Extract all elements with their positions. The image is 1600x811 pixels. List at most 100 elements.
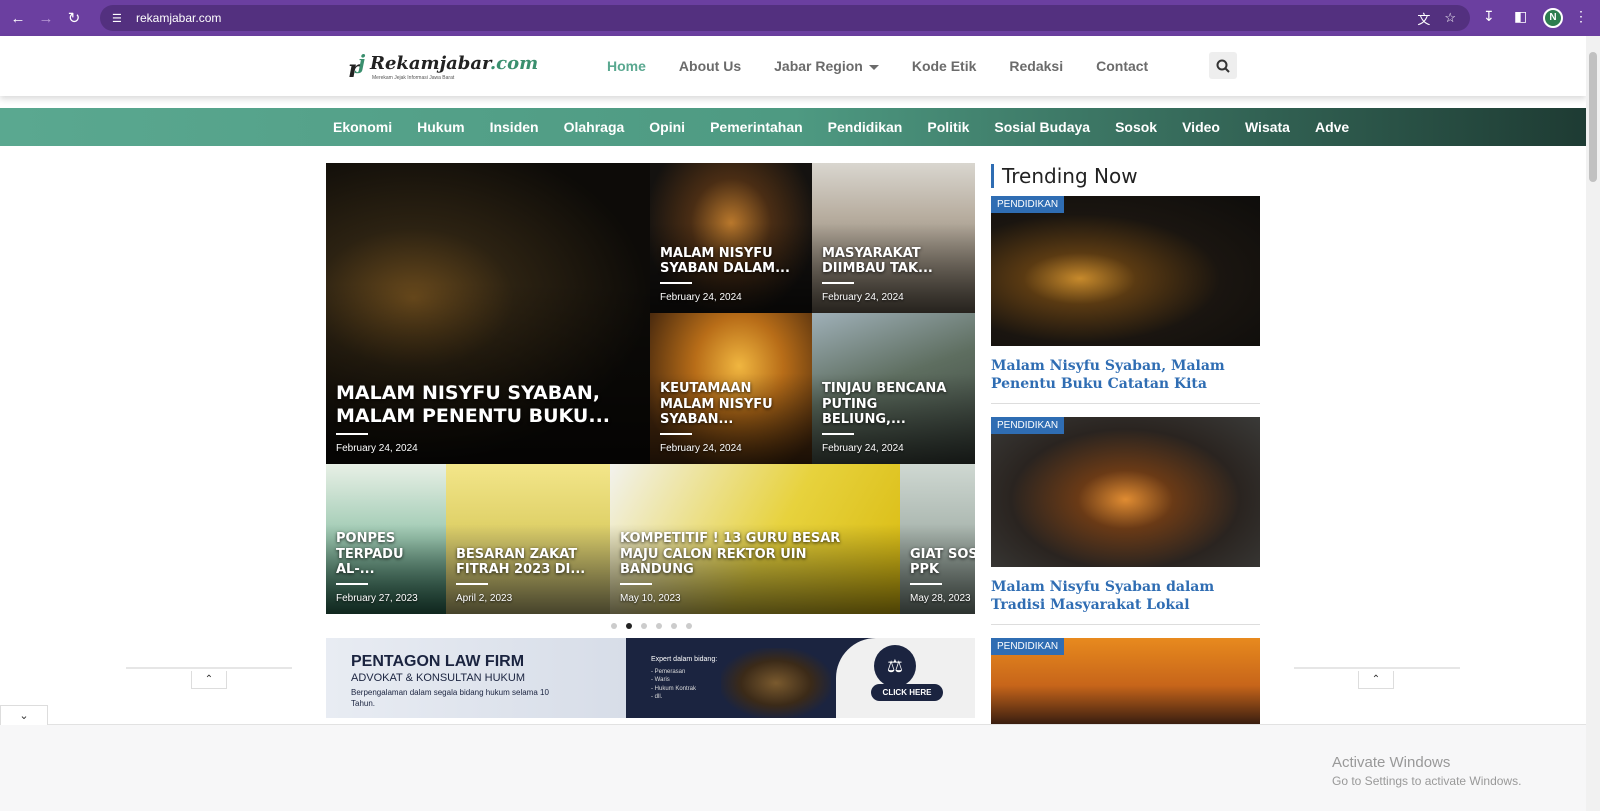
- nav-kode-etik[interactable]: Kode Etik: [912, 58, 977, 74]
- grid-post-title[interactable]: KEUTAMAAN MALAM NISYFU SYABAN...: [660, 381, 805, 428]
- bottom-post[interactable]: PONPES TERPADU AL-... February 27, 2023: [326, 464, 446, 614]
- ad-banner[interactable]: PENTAGON LAW FIRM ADVOKAT & KONSULTAN HU…: [326, 638, 975, 718]
- divider: [336, 433, 368, 435]
- bottom-post[interactable]: KOMPETITIF ! 13 GURU BESAR MAJU CALON RE…: [610, 464, 900, 614]
- bottom-post-title[interactable]: BESARAN ZAKAT FITRAH 2023 DI...: [456, 547, 596, 578]
- search-icon: [1216, 59, 1230, 73]
- category-hukum[interactable]: Hukum: [417, 119, 464, 135]
- grid-post[interactable]: KEUTAMAAN MALAM NISYFU SYABAN... February…: [650, 313, 812, 464]
- bottom-post-date: April 2, 2023: [456, 593, 513, 604]
- category-politik[interactable]: Politik: [927, 119, 969, 135]
- download-icon[interactable]: ↧: [1483, 8, 1495, 25]
- chevron-down-icon[interactable]: ⌄: [0, 705, 48, 725]
- trending-card[interactable]: PENDIDIKAN Malam Nisyfu Syaban, Malam Pe…: [991, 196, 1260, 404]
- grid-post[interactable]: TINJAU BENCANA PUTING BELIUNG,... Februar…: [812, 313, 975, 464]
- category-badge[interactable]: PENDIDIKAN: [991, 638, 1065, 655]
- category-sosial-budaya[interactable]: Sosial Budaya: [994, 119, 1090, 135]
- banner-subtitle: ADVOKAT & KONSULTAN HUKUM: [351, 672, 525, 684]
- category-badge[interactable]: PENDIDIKAN: [991, 417, 1065, 434]
- gavel-image: [721, 648, 831, 718]
- bottom-post-title[interactable]: GIAT SOSI 2024, PPK: [910, 547, 975, 578]
- grid-post-title[interactable]: MALAM NISYFU SYABAN DALAM...: [660, 246, 800, 277]
- slider-dot[interactable]: [686, 623, 692, 629]
- url-text: rekamjabar.com: [136, 11, 222, 25]
- trending-heading: Trending Now: [991, 164, 1138, 188]
- banner-firm-name: PENTAGON LAW FIRM: [351, 653, 525, 670]
- category-video[interactable]: Video: [1182, 119, 1220, 135]
- nav-redaksi[interactable]: Redaksi: [1009, 58, 1063, 74]
- trending-title[interactable]: Malam Nisyfu Syaban, Malam Penentu Buku …: [991, 358, 1260, 404]
- logo-text: Rekamjabar.com: [370, 52, 539, 74]
- featured-post-date: February 24, 2024: [336, 443, 418, 454]
- nav-about-us[interactable]: About Us: [679, 58, 741, 74]
- chevron-down-icon: [868, 64, 879, 70]
- category-ekonomi[interactable]: Ekonomi: [333, 119, 392, 135]
- trending-image[interactable]: PENDIDIKAN: [991, 417, 1260, 567]
- slider-dot[interactable]: [671, 623, 677, 629]
- translate-icon[interactable]: 文: [1417, 9, 1430, 28]
- category-insiden[interactable]: Insiden: [490, 119, 539, 135]
- scales-icon: ⚖: [874, 645, 916, 687]
- category-pendidikan[interactable]: Pendidikan: [828, 119, 903, 135]
- sticky-ad-rail-right: [1294, 667, 1460, 669]
- bottom-post[interactable]: GIAT SOSI 2024, PPK May 28, 2023: [900, 464, 975, 614]
- grid-post[interactable]: MASYARAKAT DIIMBAU TAK... February 24, 20…: [812, 163, 975, 313]
- main-navigation: Home About Us Jabar Region Kode Etik Red…: [607, 58, 1181, 74]
- address-bar[interactable]: ☰ rekamjabar.com 文 ☆: [100, 5, 1470, 31]
- category-sosok[interactable]: Sosok: [1115, 119, 1157, 135]
- banner-description: Berpengalaman dalam segala bidang hukum …: [351, 688, 549, 709]
- reload-icon[interactable]: ↻: [64, 8, 84, 28]
- grid-post-title[interactable]: TINJAU BENCANA PUTING BELIUNG,...: [822, 381, 962, 428]
- divider: [660, 433, 692, 435]
- category-adve[interactable]: Adve: [1315, 119, 1349, 135]
- bottom-post-date: May 28, 2023: [910, 593, 971, 604]
- category-wisata[interactable]: Wisata: [1245, 119, 1290, 135]
- menu-icon[interactable]: ⋮: [1574, 8, 1588, 25]
- chevron-up-icon[interactable]: ⌃: [1358, 671, 1394, 689]
- windows-activation-watermark: Activate Windows Go to Settings to activ…: [1332, 754, 1522, 788]
- trending-title[interactable]: Malam Nisyfu Syaban dalam Tradisi Masyar…: [991, 579, 1260, 625]
- chevron-up-icon[interactable]: ⌃: [191, 671, 227, 689]
- slider-dot[interactable]: [611, 623, 617, 629]
- slider-dot[interactable]: [641, 623, 647, 629]
- site-info-icon[interactable]: ☰: [112, 12, 128, 25]
- category-olahraga[interactable]: Olahraga: [564, 119, 625, 135]
- search-button[interactable]: [1209, 52, 1237, 79]
- slider-dot-active[interactable]: [626, 623, 632, 629]
- profile-avatar[interactable]: N: [1543, 8, 1563, 28]
- grid-post[interactable]: MALAM NISYFU SYABAN DALAM... February 24,…: [650, 163, 812, 313]
- trending-card[interactable]: PENDIDIKAN: [991, 638, 1260, 724]
- trending-image[interactable]: PENDIDIKAN: [991, 196, 1260, 346]
- category-opini[interactable]: Opini: [649, 119, 685, 135]
- nav-contact[interactable]: Contact: [1096, 58, 1148, 74]
- bottom-post[interactable]: BESARAN ZAKAT FITRAH 2023 DI... April 2, …: [446, 464, 610, 614]
- nav-jabar-region[interactable]: Jabar Region: [774, 58, 879, 74]
- sidepanel-icon[interactable]: ◧: [1514, 8, 1527, 25]
- scrollbar-thumb[interactable]: [1589, 52, 1597, 182]
- divider: [336, 583, 368, 585]
- back-icon[interactable]: ←: [8, 8, 28, 28]
- nav-home[interactable]: Home: [607, 58, 646, 74]
- banner-expert-title: Expert dalam bidang:: [651, 656, 718, 663]
- trending-image[interactable]: PENDIDIKAN: [991, 638, 1260, 724]
- divider: [620, 583, 652, 585]
- divider: [822, 282, 854, 284]
- click-here-button[interactable]: CLICK HERE: [871, 684, 943, 701]
- grid-post-date: February 24, 2024: [660, 292, 742, 303]
- grid-post-date: February 24, 2024: [822, 292, 904, 303]
- trending-card[interactable]: PENDIDIKAN Malam Nisyfu Syaban dalam Tra…: [991, 417, 1260, 625]
- bottom-post-title[interactable]: PONPES TERPADU AL-...: [336, 531, 441, 578]
- slider-dot[interactable]: [656, 623, 662, 629]
- forward-icon[interactable]: →: [36, 8, 56, 28]
- featured-post[interactable]: MALAM NISYFU SYABAN, MALAM PENENTU BUKU.…: [326, 163, 650, 464]
- category-pemerintahan[interactable]: Pemerintahan: [710, 119, 803, 135]
- grid-post-title[interactable]: MASYARAKAT DIIMBAU TAK...: [822, 246, 962, 277]
- bottom-post-date: May 10, 2023: [620, 593, 681, 604]
- star-icon[interactable]: ☆: [1444, 10, 1456, 26]
- bottom-post-title[interactable]: KOMPETITIF ! 13 GURU BESAR MAJU CALON RE…: [620, 531, 880, 578]
- category-badge[interactable]: PENDIDIKAN: [991, 196, 1065, 213]
- featured-post-title[interactable]: MALAM NISYFU SYABAN, MALAM PENENTU BUKU.…: [336, 382, 636, 428]
- page-scrollbar[interactable]: [1586, 36, 1600, 811]
- bottom-post-date: February 27, 2023: [336, 593, 418, 604]
- site-logo[interactable]: rj Rekamjabar.com Merekam Jejak Informas…: [348, 50, 539, 83]
